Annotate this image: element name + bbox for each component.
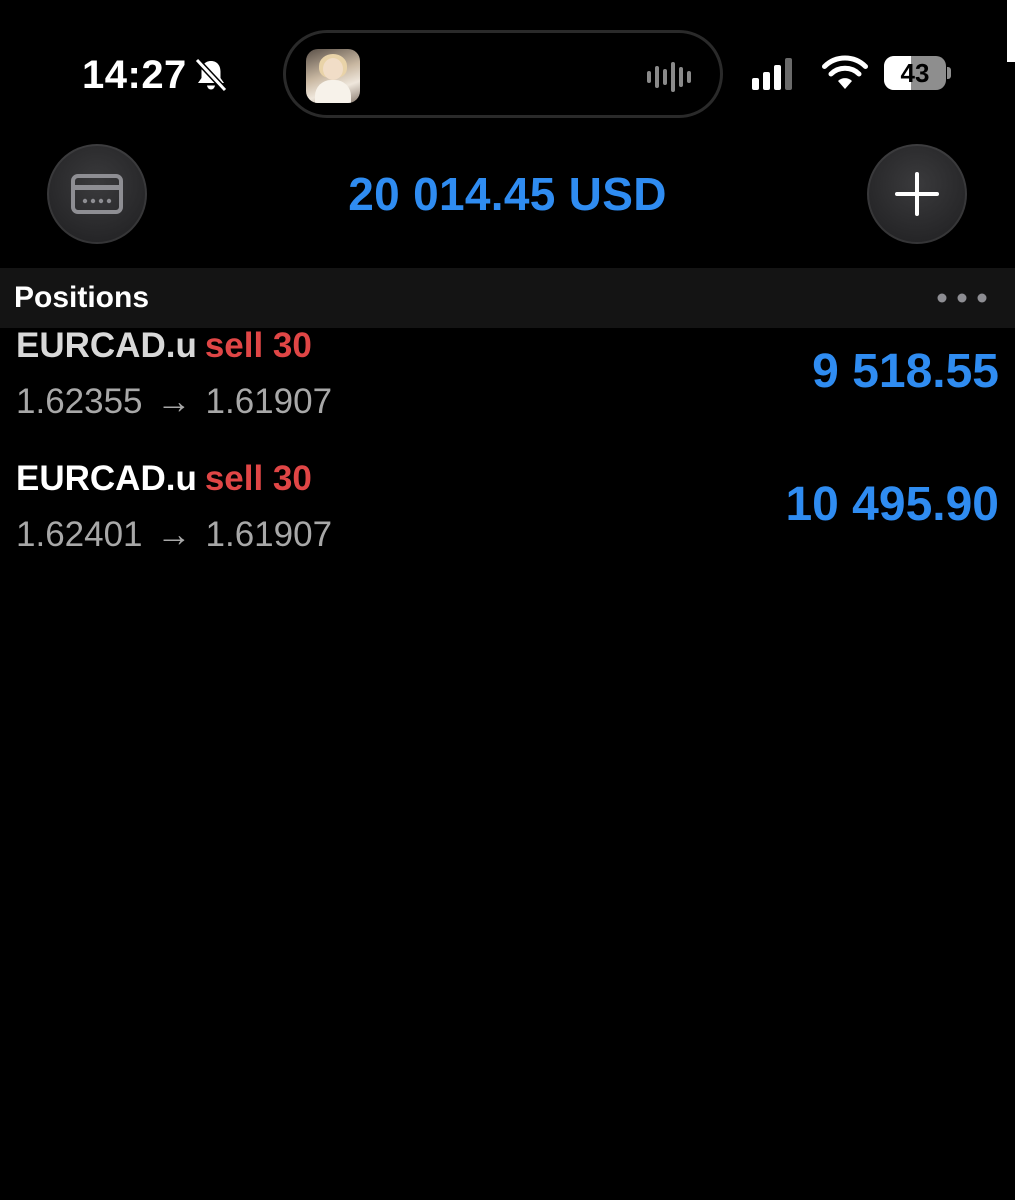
- position-title: EURCAD.u sell 30: [16, 457, 312, 501]
- position-row[interactable]: EURCAD.u sell 30 1.62401 → 1.61907 10 495.9…: [0, 455, 1015, 585]
- battery-percentage: 43: [900, 58, 930, 88]
- position-symbol: EURCAD.u: [16, 326, 197, 365]
- ellipsis-icon[interactable]: [936, 292, 988, 304]
- position-side: sell 30: [204, 459, 312, 498]
- battery-icon: 43: [884, 56, 951, 90]
- wifi-icon: [822, 55, 868, 89]
- position-prices: 1.62401 → 1.61907: [16, 513, 332, 557]
- account-header: 20 014.45 USD: [0, 120, 1015, 268]
- cellular-signal-icon: [752, 58, 792, 90]
- plus-icon: [895, 172, 939, 216]
- current-price: 1.61907: [205, 515, 333, 554]
- status-time: 14:27: [82, 53, 187, 97]
- position-symbol: EURCAD.u: [16, 459, 197, 498]
- new-order-button[interactable]: [867, 144, 967, 244]
- bell-slash-icon: [194, 57, 228, 93]
- section-title: Positions: [14, 281, 150, 314]
- dynamic-island[interactable]: [283, 30, 723, 118]
- waveform-icon: [647, 62, 691, 92]
- position-side: sell 30: [204, 326, 312, 365]
- account-balance: 20 014.45 USD: [348, 168, 667, 220]
- position-title: EURCAD.u sell 30: [16, 324, 312, 368]
- positions-section-header: Positions: [0, 268, 1015, 328]
- edge-bar: [1007, 0, 1015, 62]
- arrow-right-icon: →: [156, 382, 192, 421]
- position-prices: 1.62355 → 1.61907: [16, 380, 332, 424]
- current-price: 1.61907: [205, 382, 333, 421]
- now-playing-artwork: [306, 49, 360, 103]
- open-price: 1.62401: [16, 515, 143, 554]
- open-price: 1.62355: [16, 382, 143, 421]
- status-bar: 14:27 43: [0, 0, 1015, 120]
- position-profit: 10 495.90: [785, 478, 999, 531]
- position-row[interactable]: EURCAD.u sell 30 1.62355 → 1.61907 9 518.55: [0, 322, 1015, 452]
- position-profit: 9 518.55: [812, 345, 999, 398]
- arrow-right-icon: →: [156, 515, 192, 554]
